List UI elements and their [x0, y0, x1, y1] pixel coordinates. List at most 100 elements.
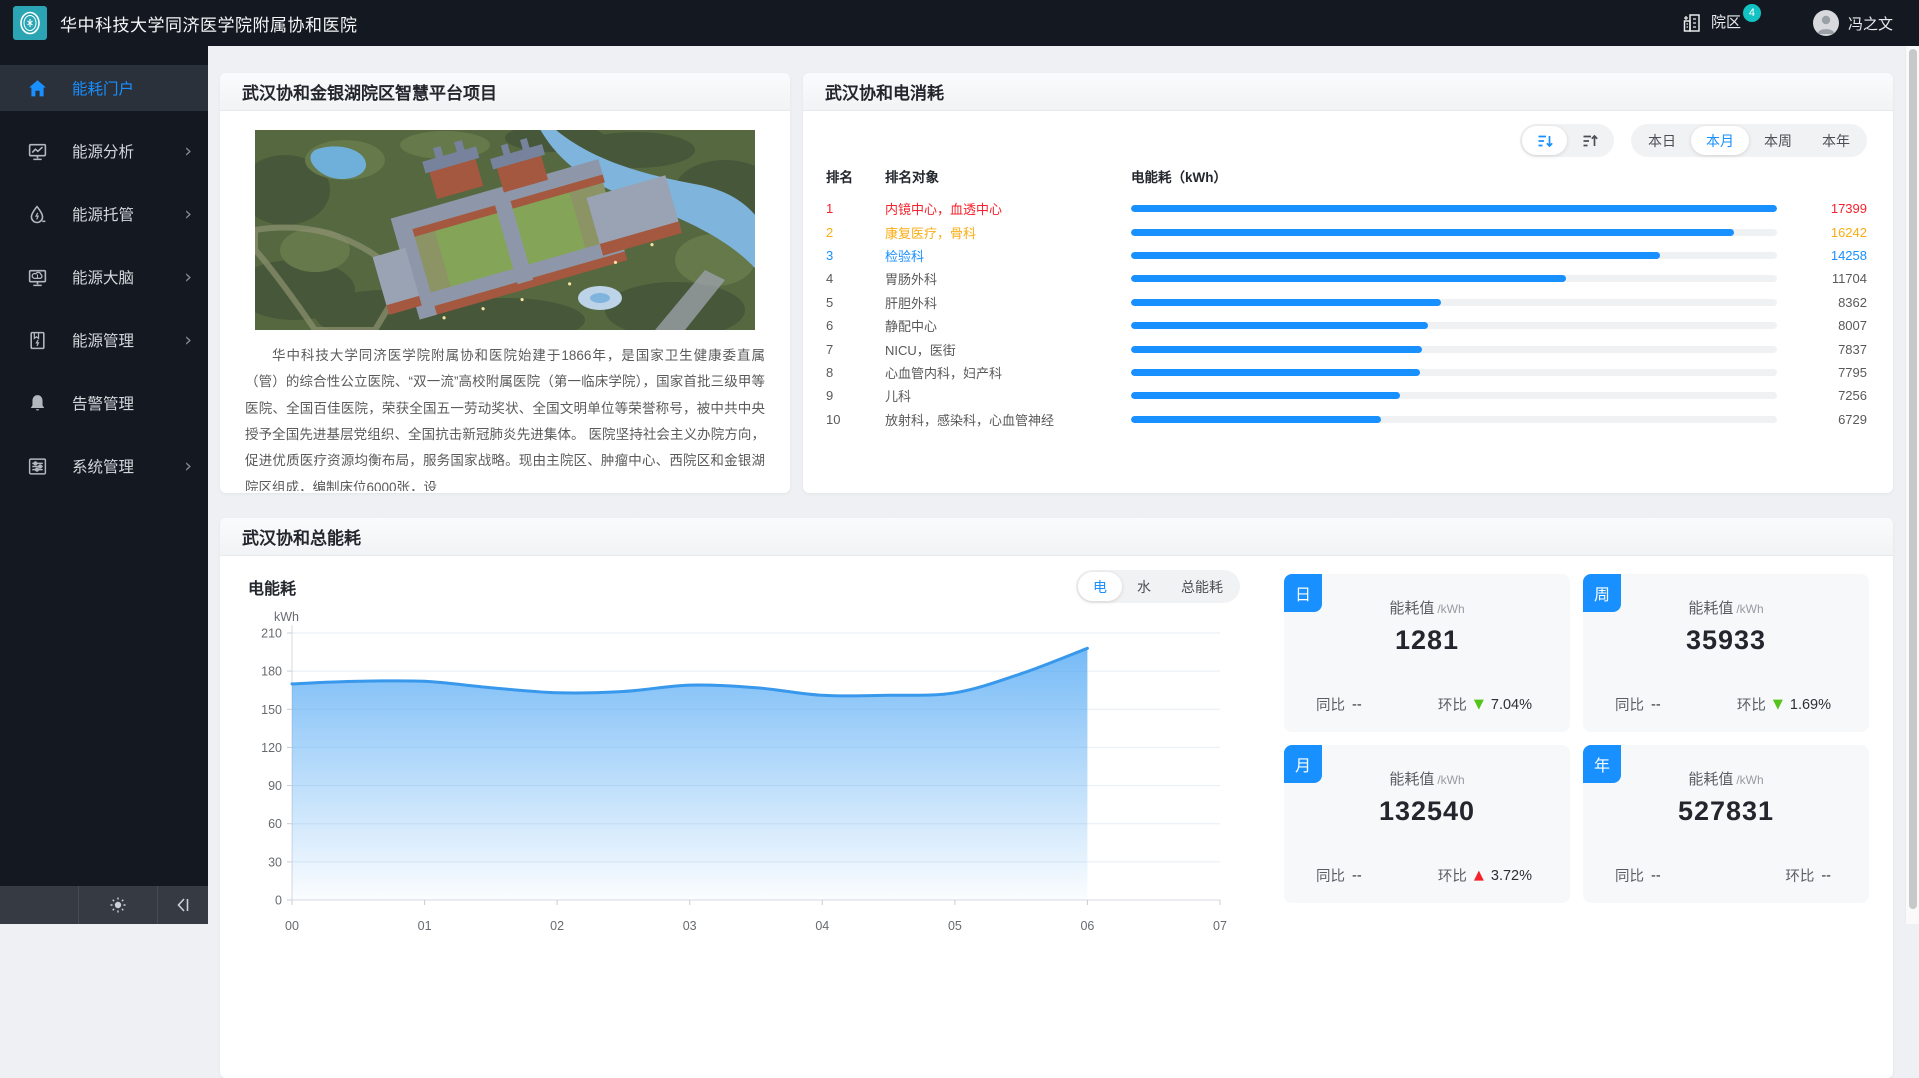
sidebar-footer: [0, 886, 208, 924]
campus-aerial-image: [255, 130, 755, 330]
stat-card-day: 日 能耗值/kWh 1281 同比-- 环比▼7.04%: [1284, 574, 1570, 732]
tab-total-energy[interactable]: 总能耗: [1166, 572, 1238, 601]
ranking-controls: 本日 本月 本周 本年: [823, 124, 1867, 157]
ranking-row: 9儿科7256: [823, 384, 1867, 407]
ranking-card-body: 本日 本月 本周 本年 排名 排名对象 电能耗（kWh） 1内镜中心，血透中心1…: [803, 111, 1893, 431]
rank-name: 肝胆外科: [885, 293, 1131, 312]
svg-text:90: 90: [268, 779, 282, 793]
stat-label: 能耗值: [1389, 771, 1434, 788]
chevron-right-icon: ›: [184, 331, 192, 350]
sidebar-item-energy-management[interactable]: 能源管理 ›: [0, 317, 208, 363]
sidebar-item-label: 能耗门户: [72, 77, 184, 99]
rank-number: 7: [823, 342, 885, 357]
svg-text:00: 00: [285, 919, 299, 933]
chevron-right-icon: ›: [184, 205, 192, 224]
rank-number: 10: [823, 412, 885, 427]
electricity-area-chart: 0306090120150180210kWh0001020304050607: [240, 607, 1240, 942]
stat-value: 1281: [1284, 625, 1570, 656]
theme-toggle-button[interactable]: [78, 886, 157, 924]
stat-card-year: 年 能耗值/kWh 527831 同比-- 环比--: [1583, 745, 1869, 903]
svg-text:120: 120: [261, 741, 282, 755]
rank-bar: [1131, 416, 1795, 423]
tab-water[interactable]: 水: [1122, 572, 1166, 601]
rank-name: 康复医疗，骨科: [885, 223, 1131, 242]
sidebar-item-energy-hosting[interactable]: 能源托管 ›: [0, 191, 208, 237]
project-card-header: 武汉协和金银湖院区智慧平台项目: [220, 73, 790, 111]
sidebar: 能耗门户 › 能源分析 › 能源托管 › 能源大脑 › 能源管理 › 告警管理 …: [0, 46, 208, 924]
sidebar-item-energy-analysis[interactable]: 能源分析 ›: [0, 128, 208, 174]
topbar: 华中科技大学同济医学院附属协和医院 院区 4 冯之文: [0, 0, 1919, 46]
yoy-value: --: [1352, 868, 1362, 884]
sun-icon: [109, 896, 127, 914]
tab-this-month[interactable]: 本月: [1691, 126, 1749, 155]
campus-label: 院区: [1711, 11, 1741, 35]
stat-card-week: 周 能耗值/kWh 35933 同比-- 环比▼1.69%: [1583, 574, 1869, 732]
tab-this-year[interactable]: 本年: [1807, 126, 1865, 155]
stats-grid: 日 能耗值/kWh 1281 同比-- 环比▼7.04% 周 能耗值/kWh 3…: [1284, 574, 1869, 947]
sort-ascending-icon: [1581, 132, 1599, 150]
ranking-row: 4胃肠外科11704: [823, 267, 1867, 290]
svg-text:60: 60: [268, 817, 282, 831]
rank-value: 16242: [1795, 225, 1867, 240]
sidebar-item-alarm-management[interactable]: 告警管理 ›: [0, 380, 208, 426]
brand: 华中科技大学同济医学院附属协和医院: [13, 6, 358, 40]
period-badge: 年: [1583, 745, 1621, 783]
page-scrollbar[interactable]: [1905, 46, 1919, 924]
mom-label: 环比: [1737, 694, 1766, 715]
yoy-label: 同比: [1316, 865, 1345, 886]
tab-this-week[interactable]: 本周: [1749, 126, 1807, 155]
rank-bar: [1131, 205, 1795, 212]
rank-name: 胃肠外科: [885, 269, 1131, 288]
sort-descending-button[interactable]: [1522, 126, 1567, 155]
mom-value: 1.69%: [1790, 697, 1831, 713]
rank-number: 4: [823, 271, 885, 286]
chart-head: 电能耗 电 水 总能耗: [240, 570, 1240, 603]
ranking-card-header: 武汉协和电消耗: [803, 73, 1893, 111]
stat-card-month: 月 能耗值/kWh 132540 同比-- 环比▲3.72%: [1284, 745, 1570, 903]
sidebar-item-energy-brain[interactable]: 能源大脑 ›: [0, 254, 208, 300]
ranking-table-header: 排名 排名对象 电能耗（kWh）: [823, 166, 1867, 186]
ranking-row: 1内镜中心，血透中心17399: [823, 197, 1867, 220]
ranking-row: 6静配中心8007: [823, 314, 1867, 337]
tab-today[interactable]: 本日: [1633, 126, 1691, 155]
sort-toggle-group: [1520, 124, 1614, 157]
scrollbar-thumb[interactable]: [1909, 49, 1917, 909]
stat-value: 527831: [1583, 796, 1869, 827]
column-header-name: 排名对象: [885, 166, 1131, 186]
rank-name: 静配中心: [885, 316, 1131, 335]
sidebar-item-label: 告警管理: [72, 392, 184, 414]
svg-text:kWh: kWh: [274, 610, 299, 624]
tab-electricity[interactable]: 电: [1078, 572, 1122, 601]
rank-bar: [1131, 275, 1795, 282]
rank-bar: [1131, 252, 1795, 259]
main-content: 武汉协和金银湖院区智慧平台项目: [208, 46, 1905, 1078]
campus-switcher[interactable]: 院区 4: [1681, 11, 1767, 35]
collapse-sidebar-button[interactable]: [157, 886, 208, 924]
svg-text:07: 07: [1213, 919, 1227, 933]
mom-value: 7.04%: [1491, 697, 1532, 713]
ranking-rows: 1内镜中心，血透中心17399 2康复医疗，骨科16242 3检验科14258 …: [823, 197, 1867, 431]
sidebar-item-system-management[interactable]: 系统管理 ›: [0, 443, 208, 489]
svg-text:01: 01: [418, 919, 432, 933]
total-card-header: 武汉协和总能耗: [220, 518, 1893, 556]
mom-label: 环比: [1785, 865, 1814, 886]
rank-bar: [1131, 346, 1795, 353]
rank-value: 7795: [1795, 365, 1867, 380]
total-card-body: 电能耗 电 水 总能耗 0306090120150180210kWh000102…: [220, 556, 1893, 947]
rank-value: 17399: [1795, 201, 1867, 216]
rank-bar: [1131, 229, 1795, 236]
ranking-row: 3检验科14258: [823, 244, 1867, 267]
ranking-row: 5肝胆外科8362: [823, 291, 1867, 314]
period-badge: 月: [1284, 745, 1322, 783]
user-menu[interactable]: 冯之文: [1813, 10, 1893, 36]
avatar: [1813, 10, 1839, 36]
sort-ascending-button[interactable]: [1567, 126, 1612, 155]
home-icon: [27, 78, 48, 99]
rank-name: 检验科: [885, 246, 1131, 265]
total-card-title: 武汉协和总能耗: [242, 524, 361, 549]
rank-value: 8007: [1795, 318, 1867, 333]
rank-name: 放射科，感染科，心血管神经: [885, 410, 1131, 429]
droplet-energy-icon: [27, 204, 48, 225]
sidebar-item-energy-portal[interactable]: 能耗门户 ›: [0, 65, 208, 111]
mom-label: 环比: [1438, 694, 1467, 715]
